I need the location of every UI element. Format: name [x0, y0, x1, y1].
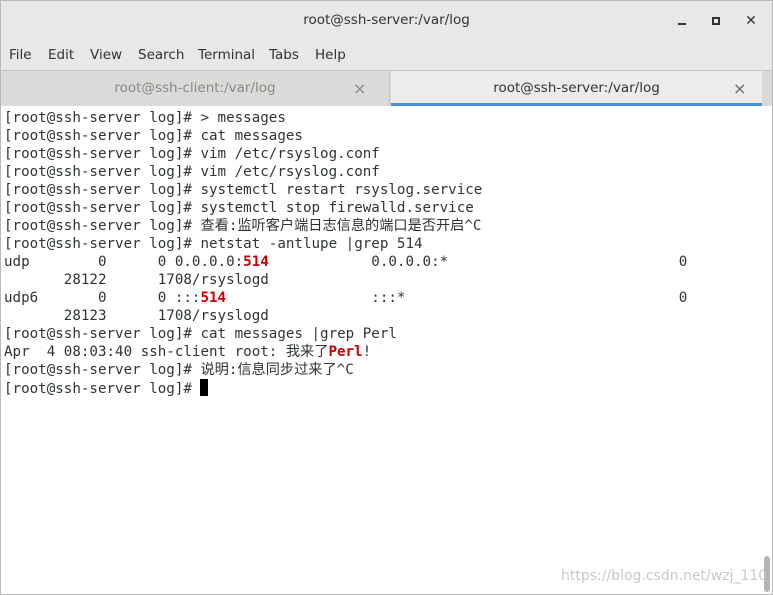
- terminal-line: [root@ssh-server log]# vim /etc/rsyslog.…: [4, 146, 380, 162]
- highlighted-match: 514: [243, 254, 269, 270]
- tab-close-icon[interactable]: ×: [733, 79, 746, 98]
- line-text: udp6 0 0 :::: [4, 290, 201, 306]
- menu-search[interactable]: Search: [138, 47, 184, 63]
- window-title: root@ssh-server:/var/log: [303, 12, 470, 28]
- tab-label: root@ssh-client:/var/log: [114, 80, 276, 96]
- terminal-line: [root@ssh-server log]# systemctl restart…: [4, 182, 483, 198]
- terminal-line: [root@ssh-server log]# cat messages: [4, 128, 303, 144]
- maximize-icon: [712, 17, 720, 25]
- terminal-line: [root@ssh-server log]# > messages: [4, 110, 286, 126]
- title-bar[interactable]: root@ssh-server:/var/log ✕: [1, 1, 772, 40]
- terminal-line: [root@ssh-server log]# 查看:监听客户端日志信息的端口是否…: [4, 218, 482, 234]
- menu-file[interactable]: File: [9, 47, 32, 63]
- terminal-line: [root@ssh-server log]# systemctl stop fi…: [4, 200, 474, 216]
- line-text: Apr 4 08:03:40 ssh-client root: 我来了: [4, 344, 329, 360]
- menu-help[interactable]: Help: [315, 47, 346, 63]
- terminal-line: [root@ssh-server log]# vim /etc/rsyslog.…: [4, 164, 380, 180]
- tab-close-icon[interactable]: ×: [353, 79, 366, 98]
- line-text: udp 0 0 0.0.0.0:: [4, 254, 244, 270]
- minimize-icon: [678, 23, 686, 25]
- line-text: :::* 0: [226, 290, 688, 306]
- terminal-line: 28122 1708/rsyslogd: [4, 272, 269, 288]
- highlighted-match: 514: [200, 290, 227, 306]
- tab-bar: root@ssh-client:/var/log × root@ssh-serv…: [1, 70, 772, 106]
- terminal-prompt-line: [root@ssh-server log]#: [4, 379, 209, 397]
- terminal-line: [root@ssh-server log]# netstat -antlupe …: [4, 236, 423, 252]
- line-text: 0.0.0.0:* 0: [268, 254, 688, 270]
- menu-edit[interactable]: Edit: [48, 47, 74, 63]
- watermark: https://blog.csdn.net/wzj_110: [561, 568, 768, 584]
- text-cursor: [200, 379, 209, 396]
- minimize-button[interactable]: [672, 11, 692, 31]
- terminal-line: [root@ssh-server log]# 说明:信息同步过来了^C: [4, 362, 354, 378]
- terminal-line: 28123 1708/rsyslogd: [4, 308, 269, 324]
- close-window-button[interactable]: ✕: [741, 11, 761, 31]
- line-text: !: [362, 344, 372, 360]
- terminal-line: udp 0 0 0.0.0.0:514 0.0.0.0:* 0: [4, 253, 687, 271]
- close-icon: ✕: [745, 13, 757, 29]
- menu-view[interactable]: View: [90, 47, 122, 63]
- tab-label: root@ssh-server:/var/log: [493, 80, 660, 96]
- terminal-line: udp6 0 0 :::514 :::* 0: [4, 289, 687, 307]
- tab-ssh-server[interactable]: root@ssh-server:/var/log ×: [391, 71, 762, 106]
- maximize-button[interactable]: [706, 11, 726, 31]
- menu-tabs[interactable]: Tabs: [269, 47, 299, 63]
- prompt: [root@ssh-server log]#: [4, 381, 201, 397]
- terminal-window: root@ssh-server:/var/log ✕ File Edit Vie…: [0, 0, 773, 595]
- menu-terminal[interactable]: Terminal: [198, 47, 255, 63]
- tab-ssh-client[interactable]: root@ssh-client:/var/log ×: [1, 71, 390, 106]
- terminal-line: Apr 4 08:03:40 ssh-client root: 我来了Perl!: [4, 343, 371, 361]
- scrollbar[interactable]: [762, 106, 772, 594]
- highlighted-match: Perl: [328, 344, 363, 360]
- menu-bar: File Edit View Search Terminal Tabs Help: [1, 40, 772, 70]
- terminal-output[interactable]: [root@ssh-server log]# > messages [root@…: [1, 106, 762, 594]
- terminal-line: [root@ssh-server log]# cat messages |gre…: [4, 326, 397, 342]
